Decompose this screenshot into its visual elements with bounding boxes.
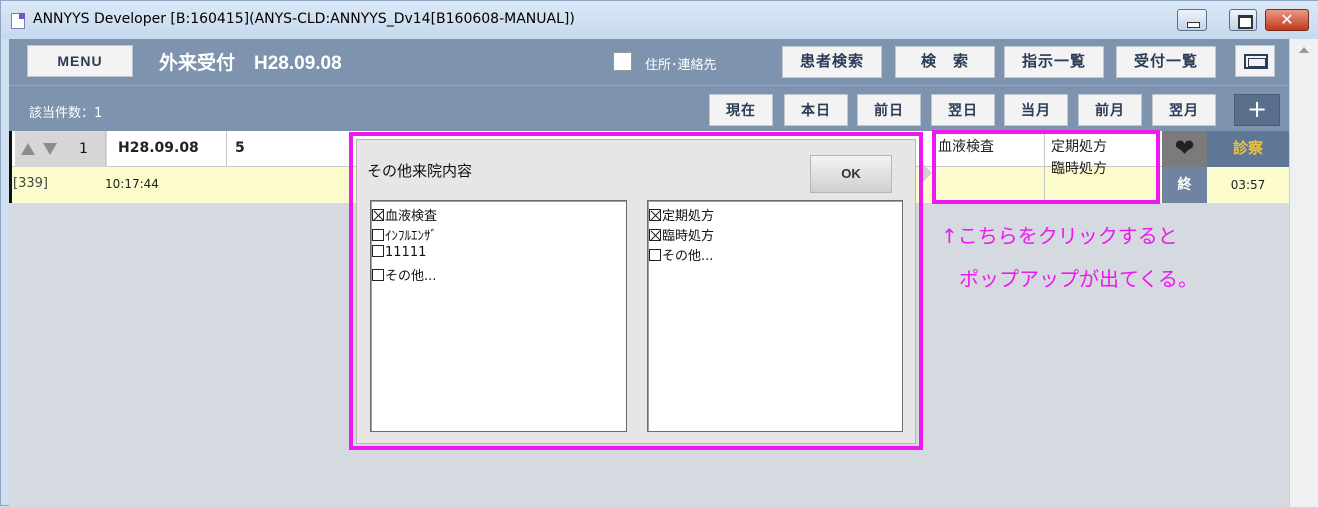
result-count: 該当件数：1 [29,106,103,121]
orders-list-button[interactable]: 指示一覧 [1004,46,1104,78]
prev-day-button[interactable]: 前日 [857,94,921,126]
reception-list-button[interactable]: 受付一覧 [1116,46,1216,78]
checkbox[interactable] [649,249,661,261]
checkbox-label: ｲﾝﾌﾙｴﾝｻﾞ [385,229,437,244]
status-badge[interactable]: 診察 [1207,131,1289,167]
add-button[interactable]: + [1234,94,1280,126]
maximize-button[interactable] [1229,9,1257,31]
exam-options-list[interactable]: 血液検査 ｲﾝﾌﾙｴﾝｻﾞ 11111 その他... [370,200,627,432]
checkbox-label: 臨時処方 [662,229,715,244]
checkbox-label: その他... [662,249,714,264]
next-day-button[interactable]: 翌日 [931,94,995,126]
row-sort-arrows [15,131,107,167]
checkbox[interactable] [372,229,384,241]
ok-button[interactable]: OK [810,155,892,193]
checkbox-label: 定期処方 [662,209,715,224]
app-window: ANNYYS Developer [B:160415](ANYS-CLD:ANN… [0,0,1318,507]
window-title: ANNYYS Developer [B:160415](ANYS-CLD:ANN… [33,11,575,27]
menu-button[interactable]: MENU [27,45,133,77]
checkbox-option[interactable]: ｲﾝﾌﾙｴﾝｻﾞ [372,225,626,245]
patient-id: [339] [13,176,48,191]
arrow-down-icon[interactable] [43,143,57,155]
prev-month-button[interactable]: 前月 [1078,94,1142,126]
checkbox-option[interactable]: 臨時処方 [649,225,902,245]
title-bar: ANNYYS Developer [B:160415](ANYS-CLD:ANN… [1,1,1318,39]
popup-pointer [923,164,932,182]
prescription-options-list[interactable]: 定期処方臨時処方その他... [647,200,903,432]
app-icon [11,13,25,29]
heart-icon: ❤ [1174,134,1195,162]
patient-search-button[interactable]: 患者検索 [782,46,882,78]
end-button[interactable]: 終 [1162,167,1207,203]
now-button[interactable]: 現在 [709,94,773,126]
page-title: 外来受付 H28.09.08 [159,53,342,74]
checkbox-label: その他... [385,269,437,284]
window-icon [1244,54,1268,69]
this-month-button[interactable]: 当月 [1004,94,1068,126]
heart-button[interactable]: ❤ [1162,131,1207,167]
checkbox[interactable] [372,209,384,221]
vertical-scrollbar[interactable] [1289,39,1318,507]
checkbox-option[interactable]: その他... [649,245,902,265]
row-value: 5 [235,140,245,156]
checkbox-option[interactable]: 血液検査 [372,205,626,225]
checkbox[interactable] [649,209,661,221]
next-month-button[interactable]: 翌月 [1152,94,1216,126]
elapsed-time: 03:57 [1207,167,1289,203]
checkbox-label: 11111 [385,245,427,260]
checkbox[interactable] [372,245,384,257]
row-number: 1 [79,141,88,157]
visit-details-popup: その他来院内容 OK 血液検査 ｲﾝﾌﾙｴﾝｻﾞ 11111 その他... 定期処方臨… [356,139,916,444]
checkbox[interactable] [372,269,384,281]
address-checkbox-label: 住所･連絡先 [645,58,717,73]
arrow-up-icon[interactable] [21,143,35,155]
reception-time: 10:17:44 [105,177,159,191]
row-date: H28.09.08 [105,131,227,167]
checkbox-option[interactable]: 定期処方 [649,205,902,225]
main-toolbar: MENU 外来受付 H28.09.08 住所･連絡先 患者検索 検 索 指示一覧… [9,39,1289,85]
address-checkbox[interactable] [613,52,632,71]
scroll-up-icon[interactable] [1299,47,1309,53]
annotation-line-2: ポップアップが出てくる。 [959,267,1198,291]
date-nav-bar: 該当件数：1 現在 本日 前日 翌日 当月 前月 翌月 + [9,85,1289,131]
checkbox-label: 血液検査 [385,209,438,224]
today-button[interactable]: 本日 [784,94,848,126]
checkbox-option[interactable]: 11111 [372,245,626,265]
search-button[interactable]: 検 索 [895,46,995,78]
close-button[interactable]: ✕ [1265,9,1309,31]
window-mode-button[interactable] [1235,45,1275,77]
popup-title: その他来院内容 [367,162,473,180]
annotation-line-1: ↑こちらをクリックすると [941,224,1178,248]
checkbox-option[interactable]: その他... [372,265,626,285]
checkbox[interactable] [649,229,661,241]
highlight-box [932,130,1160,204]
close-icon: ✕ [1280,10,1294,29]
minimize-button[interactable] [1177,9,1207,31]
